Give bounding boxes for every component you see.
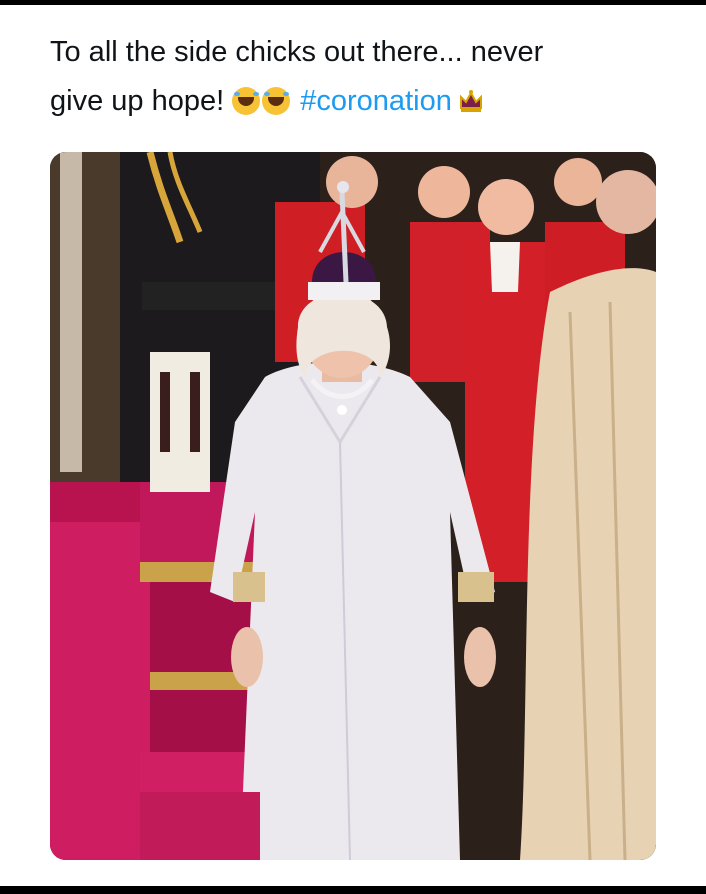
rolling-laughing-emoji-icon xyxy=(262,87,291,115)
post-text: To all the side chicks out there... neve… xyxy=(50,28,670,130)
post-text-line2: give up hope! xyxy=(50,85,233,117)
rolling-laughing-emoji-icon xyxy=(232,87,261,115)
top-border xyxy=(0,0,706,5)
bottom-border xyxy=(0,886,706,894)
post-text-line1: To all the side chicks out there... neve… xyxy=(50,36,544,68)
hashtag-link[interactable]: #coronation xyxy=(300,85,452,117)
post-image[interactable] xyxy=(50,152,656,860)
crown-emoji-icon xyxy=(458,81,484,130)
